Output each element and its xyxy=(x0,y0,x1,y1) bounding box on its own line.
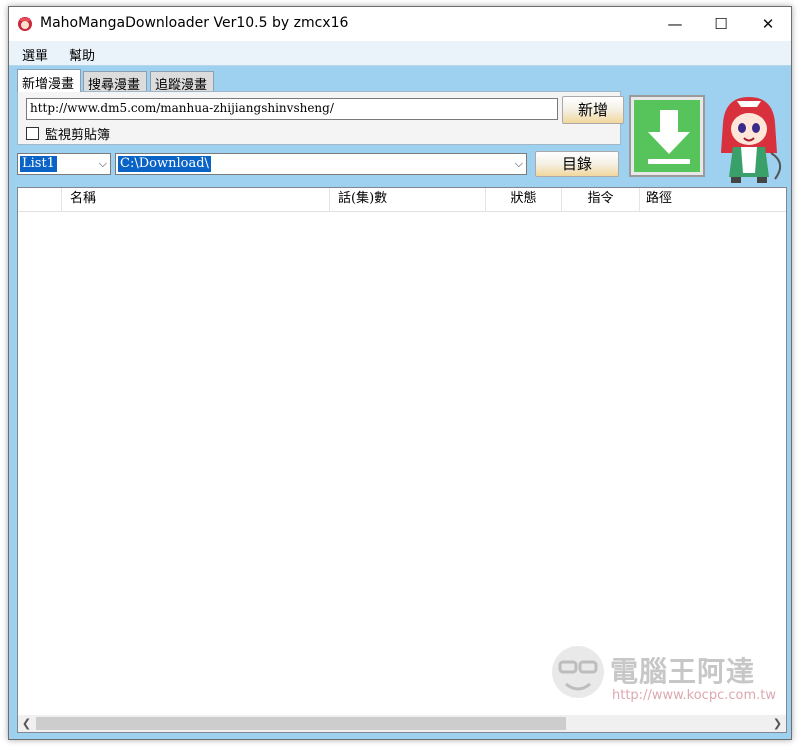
scrollbar-thumb[interactable] xyxy=(36,717,566,730)
watermark: 電腦王阿達 http://www.kocpc.com.tw xyxy=(548,642,784,708)
chevron-down-icon[interactable]: ⌵ xyxy=(515,157,523,171)
minimize-button[interactable]: — xyxy=(652,7,698,41)
table-header: 名稱 話(集)數 狀態 指令 路徑 xyxy=(18,188,786,212)
close-button[interactable]: ✕ xyxy=(745,7,791,41)
app-logo-icon xyxy=(18,17,32,31)
horizontal-scrollbar[interactable]: ❮ ❯ xyxy=(18,715,786,732)
column-header-status[interactable]: 狀態 xyxy=(486,188,562,211)
menu-item-help[interactable]: 幫助 xyxy=(69,45,95,64)
title-bar[interactable]: MahoMangaDownloader Ver10.5 by zmcx16 — … xyxy=(9,7,791,41)
list-select-value: List1 xyxy=(20,156,57,172)
mascot-image xyxy=(721,97,782,183)
watermark-face-icon xyxy=(552,646,604,698)
tab-search-manga[interactable]: 搜尋漫畫 xyxy=(83,71,147,93)
url-input[interactable]: http://www.dm5.com/manhua-zhijiangshinvs… xyxy=(26,98,558,120)
maximize-button[interactable]: ☐ xyxy=(698,7,744,41)
add-manga-panel: http://www.dm5.com/manhua-zhijiangshinvs… xyxy=(17,91,624,145)
column-header-select[interactable] xyxy=(18,188,62,211)
list-select[interactable]: List1 ⌵ xyxy=(17,153,111,175)
app-window: MahoMangaDownloader Ver10.5 by zmcx16 — … xyxy=(8,6,792,740)
monitor-clipboard-label: 監視剪貼簿 xyxy=(45,128,111,143)
checkbox-box[interactable] xyxy=(26,127,39,140)
monitor-clipboard-checkbox[interactable]: 監視剪貼簿 xyxy=(26,124,110,143)
download-path-value: C:\Download\ xyxy=(118,156,211,172)
chevron-down-icon[interactable]: ⌵ xyxy=(99,157,107,171)
tab-track-manga[interactable]: 追蹤漫畫 xyxy=(150,71,214,93)
scroll-right-icon[interactable]: ❯ xyxy=(769,715,786,732)
window-title: MahoMangaDownloader Ver10.5 by zmcx16 xyxy=(40,15,349,31)
column-header-name[interactable]: 名稱 xyxy=(62,188,330,211)
download-button[interactable] xyxy=(629,95,705,177)
watermark-title: 電腦王阿達 xyxy=(610,655,756,688)
watermark-url: http://www.kocpc.com.tw xyxy=(612,688,776,703)
menu-item-options[interactable]: 選單 xyxy=(22,45,48,64)
column-header-command[interactable]: 指令 xyxy=(562,188,640,211)
menu-bar: 選單 幫助 xyxy=(9,41,791,66)
tab-add-manga[interactable]: 新增漫畫 xyxy=(17,69,81,92)
directory-button[interactable]: 目錄 xyxy=(535,151,619,177)
download-arrow-icon xyxy=(634,100,700,172)
add-button[interactable]: 新增 xyxy=(562,96,624,124)
scroll-left-icon[interactable]: ❮ xyxy=(18,715,35,732)
column-header-episodes[interactable]: 話(集)數 xyxy=(330,188,486,211)
column-header-path[interactable]: 路徑 xyxy=(640,188,786,211)
download-path-select[interactable]: C:\Download\ ⌵ xyxy=(115,153,527,175)
